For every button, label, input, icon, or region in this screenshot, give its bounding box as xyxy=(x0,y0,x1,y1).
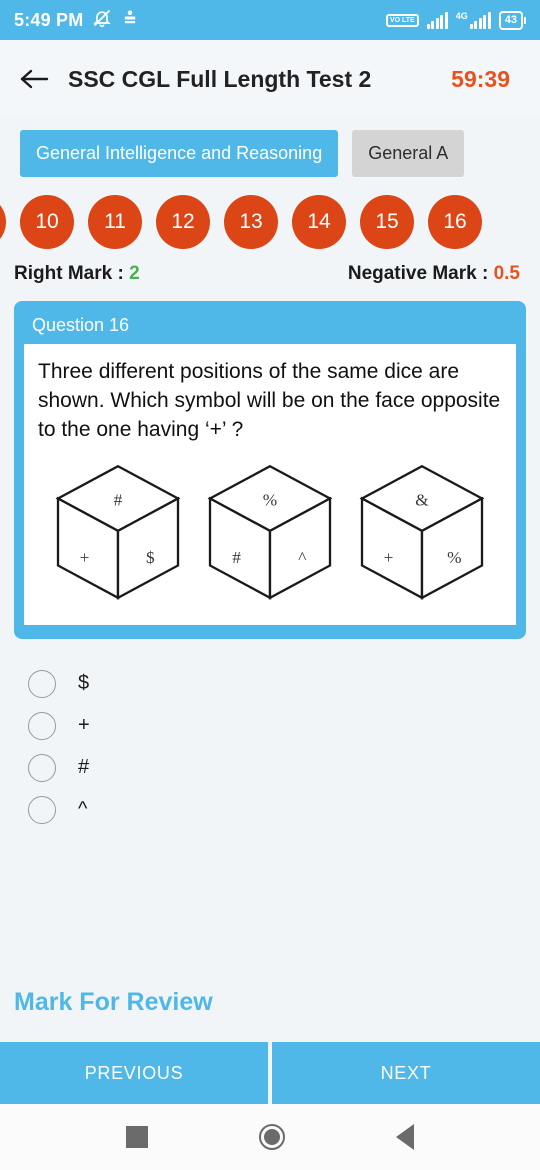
option-radio-3[interactable] xyxy=(28,753,56,782)
question-number-partial[interactable] xyxy=(0,195,6,249)
dice-1-right-symbol: $ xyxy=(146,548,155,567)
app-notification-icon xyxy=(121,9,139,32)
status-bar: 5:49 PM VO LTE 4G 43 xyxy=(0,0,540,40)
network-type-label: 4G xyxy=(455,11,468,21)
question-number-15[interactable]: 15 xyxy=(360,195,414,249)
option-label-2: + xyxy=(78,714,90,737)
option-label-1: $ xyxy=(78,672,90,695)
android-navigation-bar[interactable] xyxy=(0,1104,540,1170)
dice-1-top-symbol: # xyxy=(114,490,123,509)
dice-figure-row: # + $ % # ^ & + % xyxy=(38,445,502,615)
home-circle-icon[interactable] xyxy=(258,1124,285,1150)
option-label-4: ^ xyxy=(78,798,88,821)
status-bar-left: 5:49 PM xyxy=(14,8,139,33)
next-button[interactable]: NEXT xyxy=(272,1042,540,1104)
dice-3-right-symbol: % xyxy=(447,548,461,567)
signal-bars-icon-2 xyxy=(469,12,491,29)
page-title: SSC CGL Full Length Test 2 xyxy=(68,65,372,92)
negative-mark-value: 0.5 xyxy=(493,263,520,284)
question-number-12[interactable]: 12 xyxy=(156,195,210,249)
question-number-14[interactable]: 14 xyxy=(292,195,346,249)
option-row-1[interactable]: $ xyxy=(28,663,540,705)
right-mark: Right Mark : 2 xyxy=(14,263,140,285)
dice-2-right-symbol: ^ xyxy=(298,548,306,567)
dice-1-left-symbol: + xyxy=(80,548,90,567)
network-type-group: 4G xyxy=(456,11,491,29)
dice-figure-2: % # ^ xyxy=(207,464,333,600)
battery-icon: 43 xyxy=(498,10,526,30)
previous-button[interactable]: PREVIOUS xyxy=(0,1042,268,1104)
dice-2-left-symbol: # xyxy=(232,548,241,567)
back-arrow-icon[interactable] xyxy=(18,62,52,96)
option-radio-4[interactable] xyxy=(28,795,56,824)
option-label-3: # xyxy=(78,756,90,779)
answer-options[interactable]: $ + # ^ xyxy=(0,639,540,831)
battery-level: 43 xyxy=(498,10,523,30)
right-mark-label: Right Mark : xyxy=(14,263,130,284)
question-number-16[interactable]: 16 xyxy=(428,195,482,249)
question-number-label: Question 16 xyxy=(32,315,130,335)
app-header: SSC CGL Full Length Test 2 59:39 xyxy=(0,40,540,118)
recents-square-icon[interactable] xyxy=(125,1126,148,1148)
section-tabs[interactable]: General Intelligence and Reasoning Gener… xyxy=(0,118,540,187)
question-text: Three different positions of the same di… xyxy=(38,360,501,441)
battery-tip xyxy=(524,16,526,24)
status-bar-right: VO LTE 4G 43 xyxy=(385,10,526,30)
question-nav-buttons[interactable]: PREVIOUS NEXT xyxy=(0,1042,540,1104)
question-body: Three different positions of the same di… xyxy=(24,344,516,625)
option-radio-2[interactable] xyxy=(28,711,56,740)
tab-general-awareness[interactable]: General A xyxy=(352,130,465,177)
dice-2-top-symbol: % xyxy=(263,490,277,509)
option-row-2[interactable]: + xyxy=(28,705,540,747)
status-time: 5:49 PM xyxy=(14,9,84,30)
dice-3-top-symbol: & xyxy=(415,490,429,509)
option-row-3[interactable]: # xyxy=(28,747,540,789)
question-number-10[interactable]: 10 xyxy=(20,195,74,249)
marks-row: Right Mark : 2 Negative Mark : 0.5 xyxy=(0,259,540,295)
back-triangle-icon[interactable] xyxy=(396,1124,415,1150)
question-number-strip[interactable]: 10 11 12 13 14 15 16 xyxy=(0,187,540,259)
signal-bars-icon-1 xyxy=(426,11,448,29)
option-row-4[interactable]: ^ xyxy=(28,789,540,831)
question-number-11[interactable]: 11 xyxy=(88,195,142,249)
question-number-13[interactable]: 13 xyxy=(224,195,278,249)
question-card: Question 16 Three different positions of… xyxy=(14,301,526,639)
right-mark-value: 2 xyxy=(129,263,140,284)
dice-figure-1: # + $ xyxy=(55,464,181,600)
countdown-timer: 59:39 xyxy=(451,65,510,92)
dice-3-left-symbol: + xyxy=(384,548,394,567)
volte-icon: VO LTE xyxy=(385,13,419,27)
app-screen: 5:49 PM VO LTE 4G 43 SSC CGL Full Length… xyxy=(0,0,540,1170)
option-radio-1[interactable] xyxy=(28,669,56,698)
negative-mark-label: Negative Mark : xyxy=(347,263,494,284)
bell-muted-icon xyxy=(92,8,112,33)
mark-for-review-button[interactable]: Mark For Review xyxy=(14,988,213,1017)
negative-mark: Negative Mark : 0.5 xyxy=(348,263,520,285)
tab-general-intelligence-and-reasoning[interactable]: General Intelligence and Reasoning xyxy=(20,130,339,177)
dice-figure-3: & + % xyxy=(359,464,485,600)
